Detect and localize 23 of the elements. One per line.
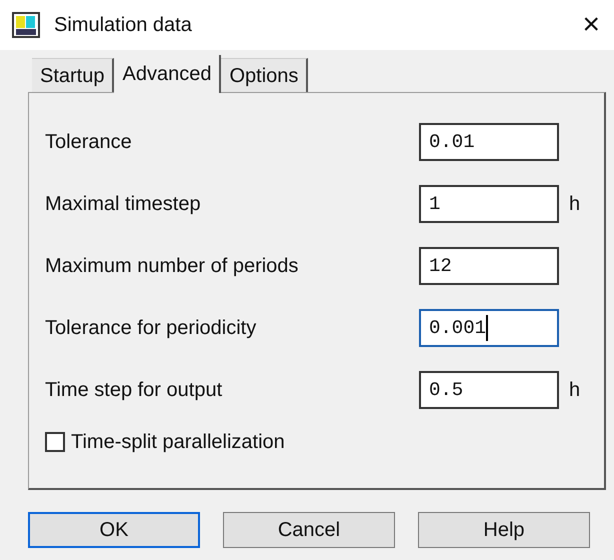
field-label: Maximum number of periods	[45, 254, 300, 279]
tab[interactable]: Options	[221, 58, 308, 92]
field-label: Tolerance for periodicity	[45, 316, 258, 341]
dialog-button[interactable]: Help	[418, 512, 590, 548]
input-field[interactable]: 0.5	[419, 371, 559, 409]
unit-label: h	[569, 192, 580, 217]
input-field[interactable]: 1	[419, 185, 559, 223]
field-label: Tolerance	[45, 130, 133, 155]
input-field[interactable]: 0.01	[419, 123, 559, 161]
field-label: Maximal timestep	[45, 192, 202, 217]
tab[interactable]: Startup	[32, 58, 114, 92]
close-button[interactable]: ×	[578, 10, 604, 40]
checkbox[interactable]	[45, 432, 65, 452]
dialog-button[interactable]: Cancel	[223, 512, 395, 548]
checkbox-label: Time-split parallelization	[71, 430, 285, 455]
input-field[interactable]: 0.001	[419, 309, 559, 347]
input-field[interactable]: 12	[419, 247, 559, 285]
app-icon	[12, 12, 40, 38]
tab[interactable]: Advanced	[114, 55, 222, 93]
dialog-button[interactable]: OK	[28, 512, 200, 548]
unit-label: h	[569, 378, 580, 403]
field-label: Time step for output	[45, 378, 224, 403]
window-title: Simulation data	[54, 13, 193, 38]
